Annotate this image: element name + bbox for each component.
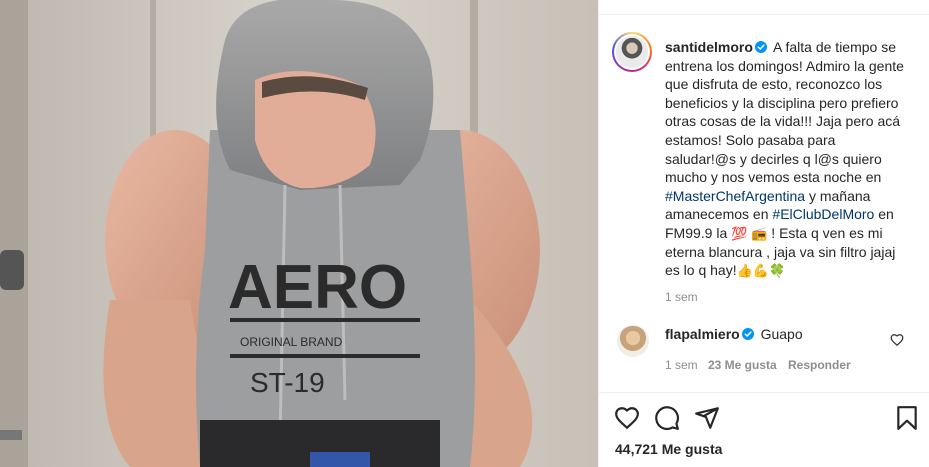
author-avatar[interactable] [612,32,652,72]
share-icon[interactable] [694,405,720,431]
divider [599,14,929,15]
shirt-print-subtext: ORIGINAL BRAND [240,335,343,349]
post-photo[interactable]: AERO ORIGINAL BRAND ST-19 [0,0,598,467]
post-caption: santidelmoro A falta de tiempo se entren… [665,38,910,280]
author-username[interactable]: santidelmoro [665,39,753,55]
radio-emoji-icon: 📻 [751,225,768,241]
heart-icon[interactable] [614,405,640,431]
comment-likes-count[interactable]: 23 Me gusta [708,358,777,372]
bookmark-icon[interactable] [894,405,920,431]
hundred-emoji-icon: 💯 [731,225,748,241]
avatar-image [616,36,648,68]
clover-emoji-icon: 🍀 [768,263,786,279]
muscle-emoji-icon: 💪 [752,263,769,279]
commenter-username[interactable]: flapalmiero [665,326,740,342]
verified-badge-icon [741,328,754,340]
caption-text-1: A falta de tiempo se entrena los domingo… [665,39,904,186]
post-likes-count[interactable]: 44,721 Me gusta [615,441,722,457]
post-timestamp[interactable]: 1 sem [665,290,698,304]
comment-reply-button[interactable]: Responder [788,358,851,372]
post-photo-illustration: AERO ORIGINAL BRAND ST-19 [0,0,598,467]
comment-text: Guapo [760,326,803,342]
thumbs-up-emoji-icon: 👍 [736,263,753,279]
comment-icon[interactable] [654,405,680,431]
verified-badge-icon [754,41,767,53]
shirt-print-text: AERO [228,253,407,322]
commenter-avatar[interactable] [617,325,649,357]
comment-timestamp[interactable]: 1 sem [665,358,698,372]
hashtag-clubdelmoro[interactable]: #ElClubDelMoro [772,206,874,222]
comment: flapalmiero Guapo [665,326,803,342]
comment-like-heart-icon[interactable] [890,333,904,347]
divider [598,392,929,393]
hashtag-masterchef[interactable]: #MasterChefArgentina [665,188,805,204]
shirt-print-number: ST-19 [250,367,325,398]
